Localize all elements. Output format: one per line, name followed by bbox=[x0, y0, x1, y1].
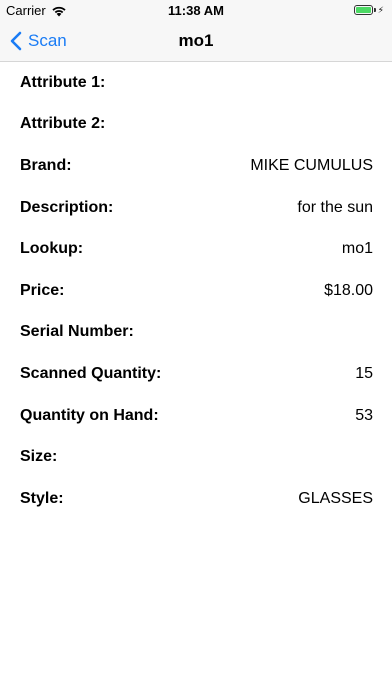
detail-row-style: Style: GLASSES bbox=[0, 478, 392, 520]
detail-value: 15 bbox=[355, 364, 373, 382]
page-title: mo1 bbox=[178, 31, 214, 50]
detail-label: Attribute 2: bbox=[20, 115, 106, 133]
detail-value: GLASSES bbox=[298, 489, 373, 507]
detail-label: Serial Number: bbox=[20, 323, 134, 341]
detail-row-scanned-quantity: Scanned Quantity: 15 bbox=[0, 353, 392, 395]
detail-label: Size: bbox=[20, 448, 58, 466]
detail-label: Lookup: bbox=[20, 240, 84, 258]
detail-list: Attribute 1: Attribute 2: Brand: MIKE CU… bbox=[0, 62, 392, 520]
detail-label: Style: bbox=[20, 489, 64, 507]
battery-fill bbox=[356, 7, 372, 13]
detail-label: Attribute 1: bbox=[20, 73, 106, 91]
detail-row-description: Description: for the sun bbox=[0, 187, 392, 229]
detail-label: Quantity on Hand: bbox=[20, 406, 159, 424]
detail-row-price: Price: $18.00 bbox=[0, 270, 392, 312]
detail-row-lookup: Lookup: mo1 bbox=[0, 228, 392, 270]
status-bar: Carrier 11:38 AM ⚡ bbox=[0, 0, 392, 20]
detail-value: 53 bbox=[355, 406, 373, 424]
battery-nub bbox=[374, 8, 376, 12]
detail-value: mo1 bbox=[341, 240, 373, 258]
detail-value: MIKE CUMULUS bbox=[250, 156, 373, 174]
detail-row-attribute-1: Attribute 1: bbox=[0, 62, 392, 104]
charging-bolt-icon: ⚡ bbox=[377, 5, 384, 15]
detail-label: Price: bbox=[20, 281, 65, 299]
battery-shell bbox=[354, 5, 374, 15]
battery-icon: ⚡ bbox=[354, 4, 384, 16]
detail-row-brand: Brand: MIKE CUMULUS bbox=[0, 145, 392, 187]
detail-label: Description: bbox=[20, 198, 114, 216]
detail-label: Scanned Quantity: bbox=[20, 364, 162, 382]
navigation-bar: Scan mo1 bbox=[0, 20, 392, 62]
detail-value: $18.00 bbox=[324, 281, 373, 299]
detail-row-quantity-on-hand: Quantity on Hand: 53 bbox=[0, 395, 392, 437]
detail-value: for the sun bbox=[297, 198, 373, 216]
detail-label: Brand: bbox=[20, 156, 72, 174]
detail-row-size: Size: bbox=[0, 436, 392, 478]
detail-row-serial-number: Serial Number: bbox=[0, 312, 392, 354]
detail-row-attribute-2: Attribute 2: bbox=[0, 104, 392, 146]
status-time: 11:38 AM bbox=[168, 3, 224, 18]
